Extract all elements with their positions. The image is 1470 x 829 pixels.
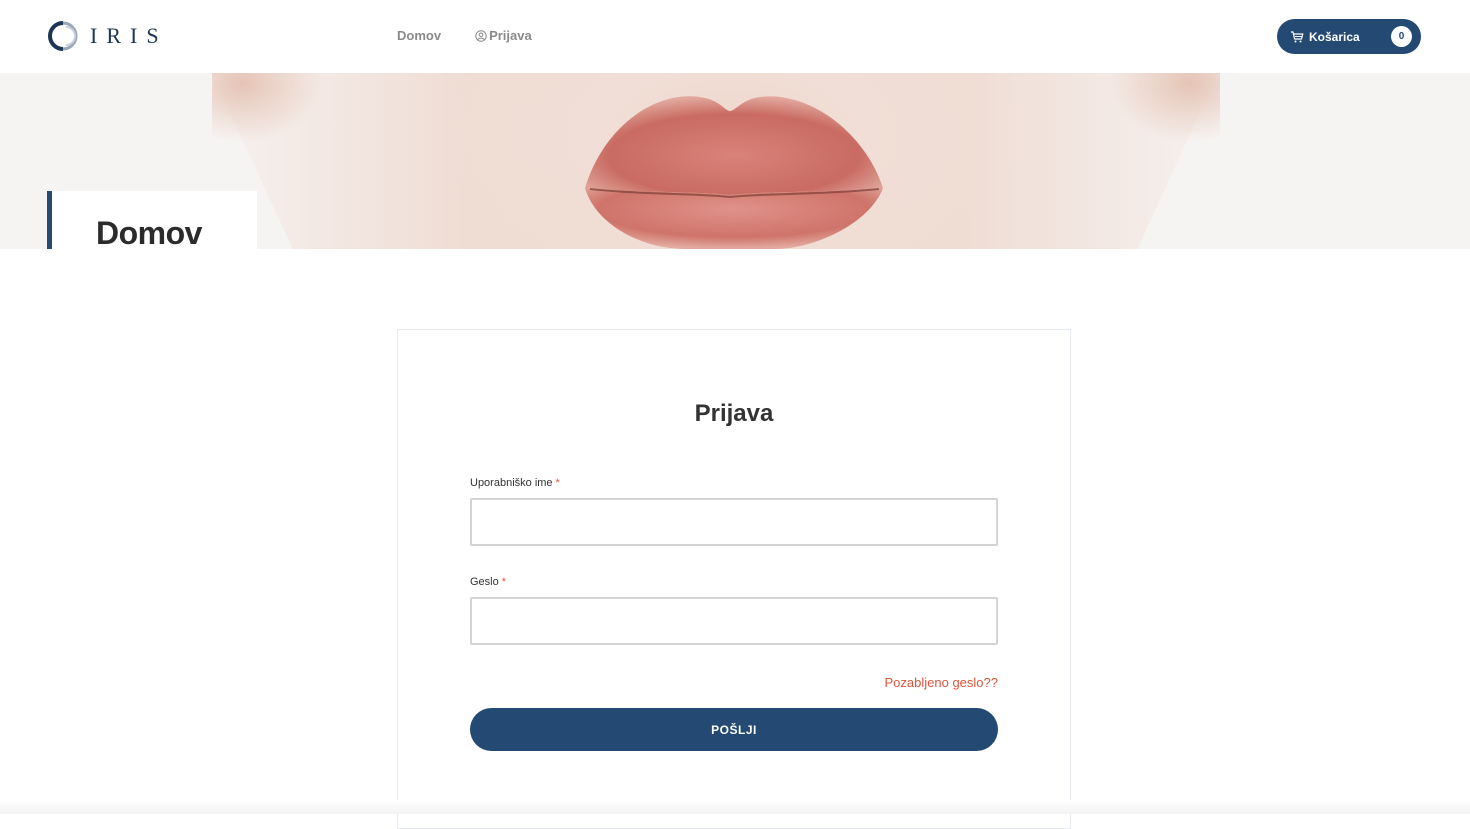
hero-image-detail — [212, 73, 332, 153]
nav-item-domov[interactable]: Domov — [397, 28, 441, 44]
logo[interactable]: IRIS — [48, 21, 168, 51]
main-nav: Domov Prijava — [397, 28, 532, 44]
page-title-box: Domov — [47, 191, 257, 249]
required-mark: * — [555, 477, 560, 489]
user-circle-icon — [475, 30, 487, 42]
logo-mark-icon — [48, 21, 78, 51]
forgot-password-link[interactable]: Pozabljeno geslo?? — [885, 675, 998, 690]
hero-image-detail — [1100, 73, 1220, 153]
password-label: Geslo * — [470, 576, 506, 588]
shopping-cart-icon — [1291, 30, 1304, 42]
site-header: IRIS Domov Prijava Košarica 0 — [0, 0, 1470, 73]
username-input[interactable] — [470, 498, 998, 546]
submit-button[interactable]: POŠLJI — [470, 708, 998, 751]
nav-item-label: Prijava — [489, 28, 532, 43]
password-input[interactable] — [470, 597, 998, 645]
username-label-text: Uporabniško ime — [470, 477, 553, 489]
login-title: Prijava — [694, 400, 774, 427]
page-title: Domov — [96, 215, 202, 249]
lips-illustration — [585, 96, 883, 249]
password-label-text: Geslo — [470, 576, 499, 588]
login-form: Prijava Uporabniško ime * Geslo * Pozablje… — [397, 329, 1071, 829]
cart-label: Košarica — [1309, 29, 1360, 44]
hero-banner: Domov — [0, 73, 1470, 249]
required-mark: * — [501, 576, 507, 588]
cart-count-badge: 0 — [1391, 26, 1412, 47]
nav-item-prijava[interactable]: Prijava — [475, 28, 532, 44]
username-label: Uporabniško ime * — [470, 477, 560, 489]
page-bottom-edge — [0, 800, 1470, 814]
logo-text: IRIS — [90, 23, 168, 48]
cart-button[interactable]: Košarica 0 — [1277, 19, 1421, 54]
